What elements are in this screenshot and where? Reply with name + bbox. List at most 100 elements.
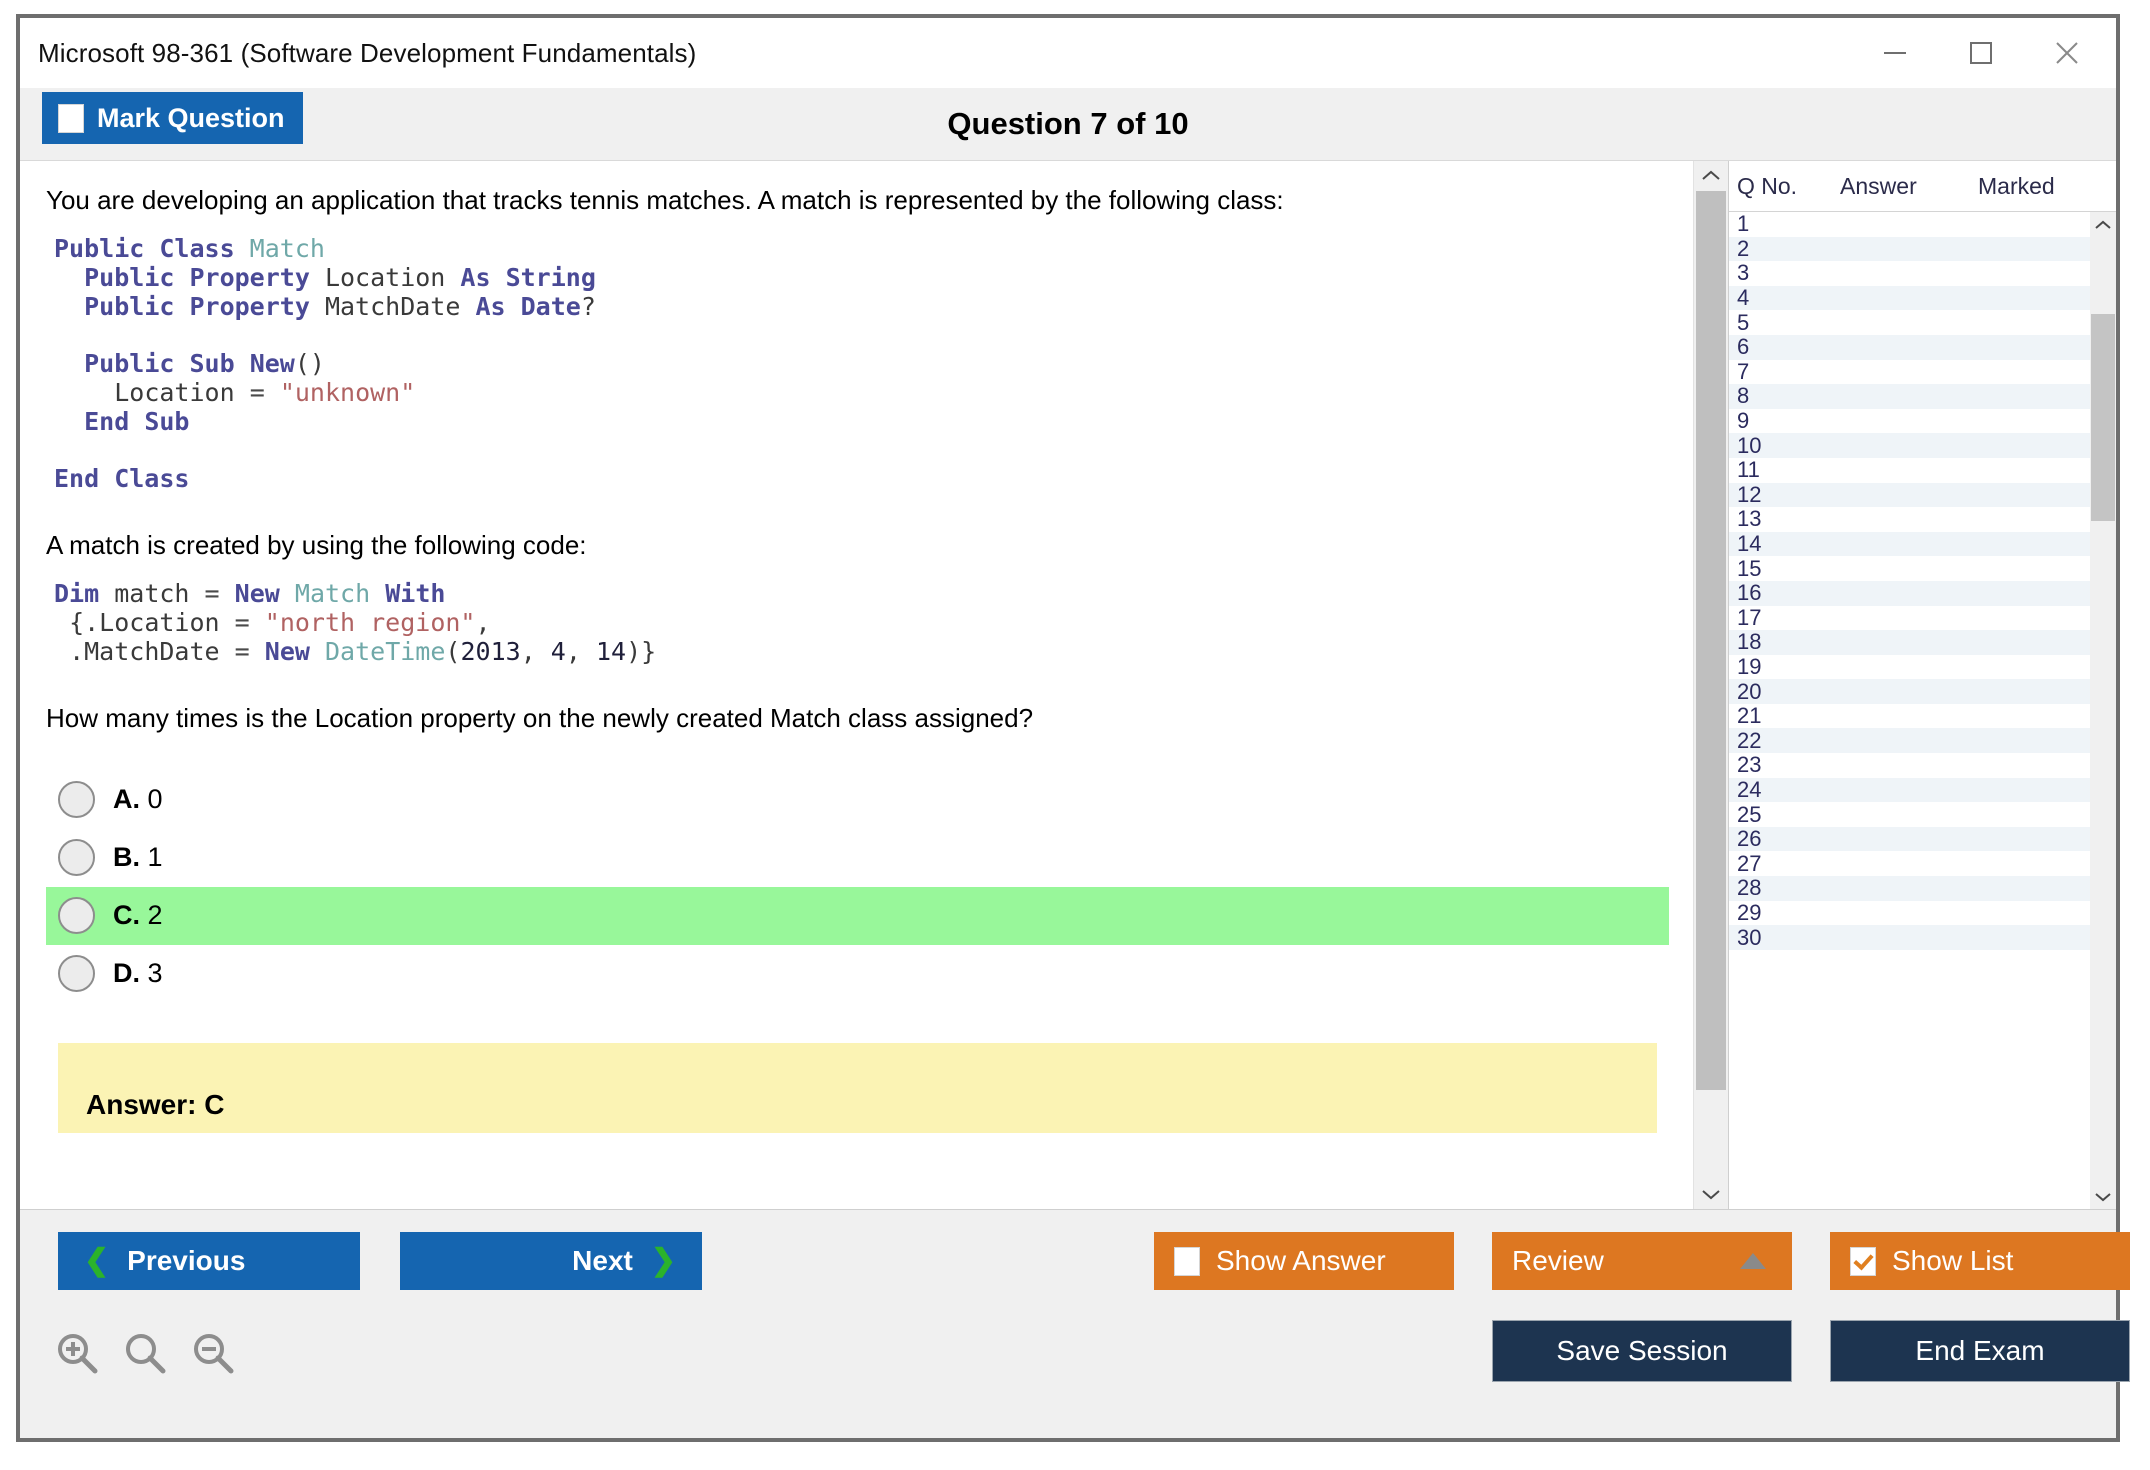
chevron-left-icon: ❮ (84, 1246, 109, 1276)
question-list-header: Q No. Answer Marked (1729, 161, 2116, 212)
question-list-row[interactable]: 17 (1729, 606, 2090, 631)
next-button[interactable]: Next ❯ (400, 1232, 702, 1290)
review-button[interactable]: Review (1492, 1232, 1792, 1290)
question-list-row[interactable]: 20 (1729, 679, 2090, 704)
question-list-row[interactable]: 4 (1729, 286, 2090, 311)
question-list-row[interactable]: 16 (1729, 581, 2090, 606)
scroll-track[interactable] (1694, 191, 1728, 1179)
column-header-qno: Q No. (1737, 173, 1840, 200)
question-list-row[interactable]: 21 (1729, 704, 2090, 729)
question-list-panel: Q No. Answer Marked 12345678910111213141… (1728, 161, 2116, 1209)
question-row-number: 3 (1737, 260, 1833, 286)
answer-banner: Answer: C (58, 1043, 1657, 1133)
question-row-number: 10 (1737, 433, 1833, 459)
column-header-answer: Answer (1840, 173, 1978, 200)
question-row-number: 9 (1737, 408, 1833, 434)
question-row-number: 20 (1737, 679, 1833, 705)
mark-question-checkbox[interactable] (58, 104, 84, 133)
question-list-row[interactable]: 25 (1729, 802, 2090, 827)
option-d[interactable]: D. 3 (46, 945, 1669, 1003)
chevron-right-icon: ❯ (651, 1246, 676, 1276)
question-list-row[interactable]: 6 (1729, 335, 2090, 360)
option-c[interactable]: C. 2 (46, 887, 1669, 945)
question-list-row[interactable]: 15 (1729, 556, 2090, 581)
question-list-row[interactable]: 26 (1729, 827, 2090, 852)
previous-button[interactable]: ❮ Previous (58, 1232, 360, 1290)
question-list-row[interactable]: 18 (1729, 630, 2090, 655)
question-list-scrollbar[interactable] (2090, 212, 2116, 1209)
show-list-button[interactable]: Show List (1830, 1232, 2130, 1290)
option-a[interactable]: A. 0 (46, 771, 1669, 829)
question-counter: Question 7 of 10 (20, 106, 2116, 142)
mark-question-button[interactable]: Mark Question (42, 92, 303, 144)
option-b-label: B. 1 (113, 842, 163, 873)
question-list-row[interactable]: 3 (1729, 261, 2090, 286)
minimize-icon (1880, 43, 1910, 63)
question-list-row[interactable]: 10 (1729, 433, 2090, 458)
answer-options: A. 0 B. 1 C. 2 D. 3 (46, 771, 1669, 1003)
question-list-row[interactable]: 19 (1729, 655, 2090, 680)
question-row-number: 12 (1737, 482, 1833, 508)
show-answer-button[interactable]: Show Answer (1154, 1232, 1454, 1290)
radio-b[interactable] (58, 839, 95, 876)
question-row-number: 27 (1737, 851, 1833, 877)
question-list-row[interactable]: 27 (1729, 851, 2090, 876)
qlist-scroll-up-button[interactable] (2090, 212, 2116, 238)
question-row-number: 21 (1737, 703, 1833, 729)
chevron-down-icon (1701, 1188, 1721, 1200)
question-list-row[interactable]: 8 (1729, 384, 2090, 409)
zoom-in-icon[interactable] (54, 1330, 102, 1383)
question-list-rows: 1234567891011121314151617181920212223242… (1729, 212, 2090, 1209)
qlist-scroll-down-button[interactable] (2090, 1183, 2116, 1209)
question-list-row[interactable]: 7 (1729, 360, 2090, 385)
qlist-scroll-track[interactable] (2090, 238, 2116, 1183)
question-row-number: 28 (1737, 875, 1833, 901)
question-list-row[interactable]: 22 (1729, 728, 2090, 753)
question-list-row[interactable]: 5 (1729, 310, 2090, 335)
show-answer-checkbox[interactable] (1174, 1247, 1200, 1276)
question-row-number: 11 (1737, 457, 1833, 483)
question-list-row[interactable]: 11 (1729, 458, 2090, 483)
option-b[interactable]: B. 1 (46, 829, 1669, 887)
question-list-row[interactable]: 23 (1729, 753, 2090, 778)
save-session-button[interactable]: Save Session (1492, 1320, 1792, 1382)
qlist-scroll-thumb[interactable] (2091, 314, 2115, 522)
exam-window: Microsoft 98-361 (Software Development F… (16, 14, 2120, 1442)
question-list-row[interactable]: 24 (1729, 778, 2090, 803)
question-pane-scrollbar[interactable] (1693, 161, 1728, 1209)
question-list-row[interactable]: 12 (1729, 483, 2090, 508)
question-list-body: 1234567891011121314151617181920212223242… (1729, 212, 2116, 1209)
body-region: You are developing an application that t… (20, 160, 2116, 1209)
question-row-number: 1 (1737, 212, 1833, 237)
question-list-row[interactable]: 14 (1729, 532, 2090, 557)
question-row-number: 13 (1737, 506, 1833, 532)
mark-question-label: Mark Question (97, 103, 285, 134)
radio-c[interactable] (58, 897, 95, 934)
chevron-up-icon (2094, 220, 2112, 231)
save-session-label: Save Session (1556, 1335, 1727, 1367)
radio-d[interactable] (58, 955, 95, 992)
question-list-row[interactable]: 30 (1729, 925, 2090, 950)
scroll-thumb[interactable] (1696, 191, 1726, 1090)
maximize-button[interactable] (1938, 21, 2024, 85)
question-row-number: 8 (1737, 383, 1833, 409)
scroll-up-button[interactable] (1694, 161, 1728, 191)
radio-a[interactable] (58, 781, 95, 818)
close-button[interactable] (2024, 21, 2110, 85)
end-exam-button[interactable]: End Exam (1830, 1320, 2130, 1382)
zoom-out-icon[interactable] (190, 1330, 238, 1383)
question-list-row[interactable]: 1 (1729, 212, 2090, 237)
zoom-reset-icon[interactable] (122, 1330, 170, 1383)
review-label: Review (1512, 1245, 1604, 1277)
question-row-number: 24 (1737, 777, 1833, 803)
question-list-row[interactable]: 28 (1729, 876, 2090, 901)
minimize-button[interactable] (1852, 21, 1938, 85)
show-list-checkbox[interactable] (1850, 1247, 1876, 1276)
question-list-row[interactable]: 29 (1729, 901, 2090, 926)
question-row-number: 17 (1737, 605, 1833, 631)
scroll-down-button[interactable] (1694, 1179, 1728, 1209)
question-list-row[interactable]: 9 (1729, 409, 2090, 434)
question-list-row[interactable]: 13 (1729, 507, 2090, 532)
question-list-row[interactable]: 2 (1729, 237, 2090, 262)
question-row-number: 7 (1737, 359, 1833, 385)
